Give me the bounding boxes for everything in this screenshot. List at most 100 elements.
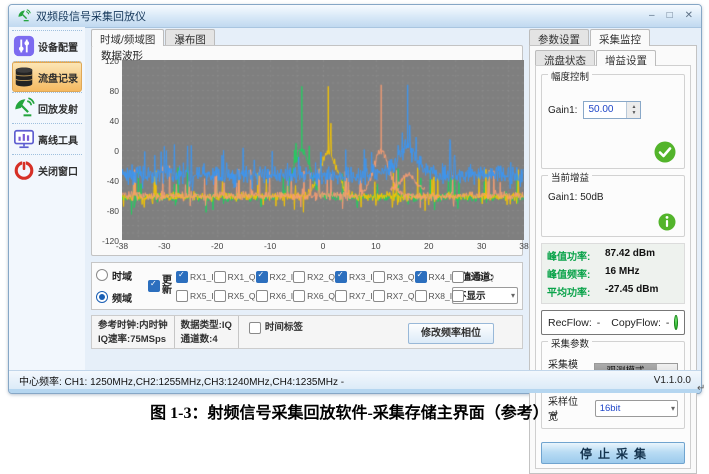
channel-checkbox-RX5_Q[interactable]: RX5_Q <box>214 290 256 302</box>
amplitude-group: 幅度控制 Gain1: 50.00 ▲▼ <box>541 74 685 169</box>
channel-label: RX6_I <box>270 291 294 301</box>
channel-checkbox-RX3_Q[interactable]: RX3_Q <box>373 271 415 283</box>
right-panel: 参数设置采集监控 流盘状态增益设置 幅度控制 Gain1: 50.00 ▲▼ <box>527 27 701 371</box>
satellite-icon <box>13 97 35 119</box>
tab-waterfall[interactable]: 瀑布图 <box>165 29 215 46</box>
channel-checkbox-RX5_I[interactable]: RX5_I <box>176 290 214 302</box>
x-tick-label: -38 <box>116 241 128 251</box>
y-tick-label: 120 <box>105 56 119 66</box>
acquisition-group-title: 采集参数 <box>548 336 592 350</box>
copyflow-value: - <box>666 317 670 329</box>
version-text: V1.1.0.0 <box>654 375 691 386</box>
subtab-stream-status[interactable]: 流盘状态 <box>535 50 595 66</box>
channel-label: RX3_I <box>349 272 373 282</box>
tab-acq-monitor[interactable]: 采集监控 <box>590 29 650 46</box>
page: { "window": { "title": "双频段信号采集回放仪", "co… <box>0 0 709 429</box>
update-label: 更新 <box>162 276 173 297</box>
channel-label: RX7_I <box>349 291 373 301</box>
channel-label: RX1_I <box>190 272 214 282</box>
info-icon[interactable] <box>658 213 676 231</box>
ref-clock-text: 参考时钟:内时钟 <box>98 319 168 333</box>
time-tag-checkbox[interactable]: 时间标签 <box>249 321 303 335</box>
measurement-row: 峰值频率:16 MHz <box>547 266 679 281</box>
sidebar: 设备配置流盘记录回放发射离线工具关闭窗口 <box>9 27 85 371</box>
minimize-button[interactable]: – <box>649 11 655 21</box>
checkbox-box <box>214 271 226 283</box>
y-tick-label: 40 <box>110 116 119 126</box>
freq-domain-label: 频域 <box>112 290 132 305</box>
x-tick-label: 10 <box>371 241 380 251</box>
checkbox-box <box>373 271 385 283</box>
checkbox-box <box>415 290 427 302</box>
checkbox-box <box>249 322 261 334</box>
app-window: 双频段信号采集回放仪 – □ ✕ 设备配置流盘记录回放发射离线工具关闭窗口 时域… <box>8 4 702 394</box>
maximize-button[interactable]: □ <box>667 11 673 21</box>
caption-text: 图 1-3：射频信号采集回放软件-采集存储主界面（参考） <box>150 405 549 422</box>
channel-label: RX1_Q <box>228 272 256 282</box>
y-axis-labels: 12080400-40-80-120 <box>96 60 122 240</box>
y-tick-label: -80 <box>107 206 119 216</box>
time-domain-label: 时域 <box>112 268 132 283</box>
chevron-down-icon: ▾ <box>511 291 515 300</box>
display-controls: 时域 频域 更新 RX1_IRX1_QRX2_IRX2_QRX3_IRX3_QR… <box>91 262 523 310</box>
channel-checkbox-RX7_I[interactable]: RX7_I <box>335 290 373 302</box>
flow-status-dot <box>674 315 678 330</box>
channel-checkbox-RX2_I[interactable]: RX2_I <box>256 271 294 283</box>
channel-checkbox-RX4_I[interactable]: RX4_I <box>415 271 453 283</box>
channel-checkbox-grid: RX1_IRX1_QRX2_IRX2_QRX3_IRX3_QRX4_IRX4_Q… <box>176 267 450 305</box>
channel-checkbox-RX1_Q[interactable]: RX1_Q <box>214 271 256 283</box>
right-tabs: 参数设置采集监控 <box>529 29 697 46</box>
tab-param-settings[interactable]: 参数设置 <box>529 29 589 46</box>
tab-time-freq[interactable]: 时域/频域图 <box>91 29 164 46</box>
sidebar-item-offline-tools[interactable]: 离线工具 <box>12 123 82 154</box>
channel-checkbox-RX2_Q[interactable]: RX2_Q <box>293 271 335 283</box>
checkbox-box <box>256 290 268 302</box>
update-checkbox[interactable]: 更新 <box>148 276 174 297</box>
checkbox-box <box>415 271 427 283</box>
waveform-groupbox: 数据波形 12080400-40-80-120 -38-30-20-100102… <box>91 45 523 256</box>
modify-freq-phase-button[interactable]: 修改频率相位 <box>408 323 494 344</box>
copyflow-label: CopyFlow: <box>611 317 661 329</box>
close-button[interactable]: ✕ <box>685 11 693 21</box>
recflow-value: - <box>597 317 601 329</box>
window-body: 设备配置流盘记录回放发射离线工具关闭窗口 时域/频域图瀑布图 数据波形 1208… <box>9 27 701 371</box>
sidebar-item-close-window[interactable]: 关闭窗口 <box>12 154 82 185</box>
channel-checkbox-RX6_Q[interactable]: RX6_Q <box>293 290 335 302</box>
options-panel: 时间标签 修改频率相位 <box>239 316 522 348</box>
x-tick-label: 20 <box>424 241 433 251</box>
apply-check-icon[interactable] <box>654 141 676 163</box>
acquisition-info-row: 参考时钟:内时钟 IQ速率:75MSps 数据类型:IQ 通道数:4 时间标签 … <box>91 315 523 349</box>
checkbox-box <box>452 271 464 283</box>
channel-checkbox-RX3_I[interactable]: RX3_I <box>335 271 373 283</box>
spinner-arrows-icon[interactable]: ▲▼ <box>626 102 640 118</box>
time-domain-radio[interactable]: 时域 <box>96 268 146 283</box>
radio-circle <box>96 291 108 303</box>
monitor-subtabs: 流盘状态增益设置 <box>535 50 691 66</box>
iq-rate-text: IQ速率:75MSps <box>98 333 168 347</box>
sidebar-item-playback-transmit[interactable]: 回放发射 <box>12 92 82 123</box>
gain1-spinbox[interactable]: 50.00 ▲▼ <box>583 101 641 119</box>
channel-checkbox-RX8_I[interactable]: RX8_I <box>415 290 453 302</box>
channel-checkbox-RX7_Q[interactable]: RX7_Q <box>373 290 415 302</box>
channel-checkbox-RX1_I[interactable]: RX1_I <box>176 271 214 283</box>
clock-info-panel: 参考时钟:内时钟 IQ速率:75MSps <box>92 316 175 348</box>
sidebar-item-device-config[interactable]: 设备配置 <box>12 30 82 61</box>
stop-acquisition-button[interactable]: 停止采集 <box>541 442 685 464</box>
view-tabs: 时域/频域图瀑布图 <box>91 29 523 46</box>
channel-checkbox-RX6_I[interactable]: RX6_I <box>256 290 294 302</box>
sidebar-item-stream-record[interactable]: 流盘记录 <box>12 61 82 92</box>
freq-domain-radio[interactable]: 频域 <box>96 290 146 305</box>
measurement-label: 峰值频率: <box>547 266 605 281</box>
measurement-value: -27.45 dBm <box>605 284 658 299</box>
checkbox-box <box>293 290 305 302</box>
amplitude-group-title: 幅度控制 <box>548 69 592 83</box>
measurement-value: 16 MHz <box>605 266 639 281</box>
spectrum-chart-canvas <box>122 60 524 240</box>
measurement-value: 87.42 dBm <box>605 248 655 263</box>
subtab-gain-settings[interactable]: 增益设置 <box>596 50 656 66</box>
sidebar-item-label: 离线工具 <box>38 132 78 147</box>
gain1-label: Gain1: <box>548 105 577 116</box>
channel-label: RX5_I <box>190 291 214 301</box>
title-bar[interactable]: 双频段信号采集回放仪 – □ ✕ <box>9 5 701 28</box>
x-tick-label: 30 <box>477 241 486 251</box>
